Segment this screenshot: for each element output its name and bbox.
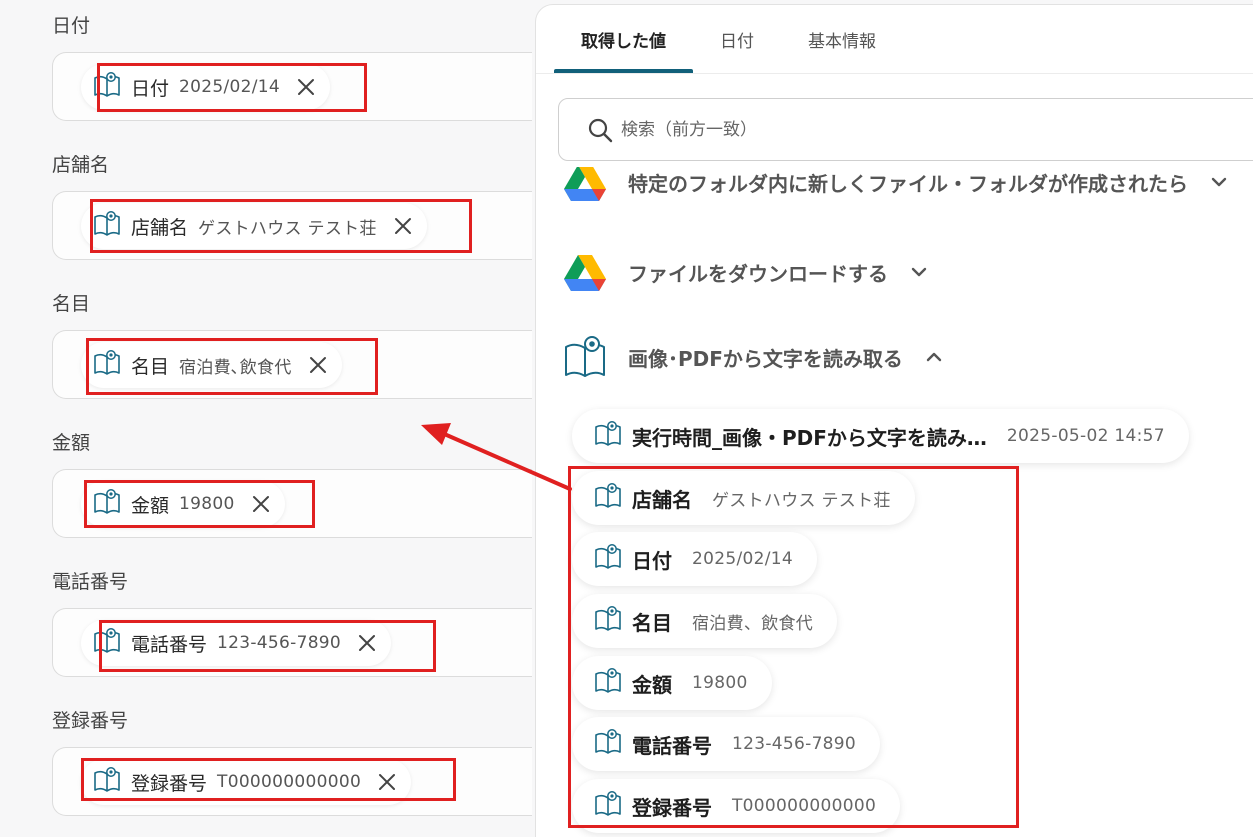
tab-basic-info[interactable]: 基本情報 (781, 5, 903, 73)
output-chip-amount[interactable]: 金額 19800 (572, 656, 772, 710)
field-label-registration: 登録番号 (52, 710, 129, 732)
output-value: 2025-05-02 14:57 (1006, 426, 1165, 446)
chip-value: 19800 (179, 494, 235, 514)
ocr-book-icon (93, 627, 121, 659)
ocr-book-icon (594, 605, 622, 637)
registration-field[interactable]: 登録番号 T000000000000 (52, 747, 532, 816)
output-values-panel: 取得した値 日付 基本情報 特定のフォルダ内に新しくファイル・フォルダが作成され… (535, 4, 1253, 837)
amount-field[interactable]: 金額 19800 (52, 469, 532, 538)
chip-name: 店舗名 (131, 216, 189, 239)
form-panel: 日付 日付 2025/02/14 店舗名 店舗名 ゲストハウス テスト荘 名目 … (0, 0, 532, 837)
tab-bar: 取得した値 日付 基本情報 (554, 5, 903, 73)
ocr-book-icon (93, 766, 121, 798)
google-drive-icon (564, 167, 606, 201)
chip-name: 名目 (131, 355, 170, 378)
close-icon[interactable] (251, 494, 271, 514)
ocr-book-icon (594, 728, 622, 760)
section-drive-download[interactable]: ファイルをダウンロードする (564, 253, 928, 291)
ocr-book-icon (594, 420, 622, 452)
close-icon[interactable] (296, 77, 316, 97)
output-chip-store[interactable]: 店舗名 ゲストハウス テスト荘 (572, 471, 915, 525)
tab-date[interactable]: 日付 (693, 5, 781, 73)
store-name-field[interactable]: 店舗名 ゲストハウス テスト荘 (52, 191, 532, 260)
chip-name: 日付 (131, 77, 170, 100)
purpose-chip[interactable]: 名目 宿泊費､飲食代 (81, 342, 342, 388)
chip-value: 2025/02/14 (179, 77, 280, 97)
chip-value: 宿泊費､飲食代 (179, 357, 292, 378)
section-title: 画像･PDFから文字を読み取る (628, 346, 903, 371)
phone-chip[interactable]: 電話番号 123-456-7890 (81, 620, 392, 666)
output-chip-registration[interactable]: 登録番号 T000000000000 (572, 779, 901, 833)
ocr-book-icon (93, 210, 121, 242)
output-chip-exec-time[interactable]: 実行時間_画像・PDFから文字を読み… 2025-05-02 14:57 (572, 409, 1189, 463)
field-label-purpose: 名目 (52, 293, 91, 315)
date-chip[interactable]: 日付 2025/02/14 (81, 64, 330, 110)
output-chip-date[interactable]: 日付 2025/02/14 (572, 532, 817, 586)
ocr-book-icon (594, 790, 622, 822)
output-value: 123-456-7890 (732, 734, 857, 754)
output-name: 金額 (632, 672, 672, 697)
chip-name: 登録番号 (131, 772, 208, 795)
ocr-book-icon (594, 543, 622, 575)
output-value: ゲストハウス テスト荘 (712, 490, 891, 511)
chip-name: 金額 (131, 494, 170, 517)
ocr-book-icon (594, 667, 622, 699)
search-icon (588, 118, 613, 142)
search-input[interactable] (621, 119, 1181, 140)
ocr-book-icon (93, 488, 121, 520)
divider (536, 73, 1253, 74)
chip-value: 123-456-7890 (217, 633, 342, 653)
output-name: 電話番号 (632, 733, 712, 758)
chevron-down-icon[interactable] (910, 263, 928, 281)
output-name: 店舗名 (632, 487, 692, 512)
close-icon[interactable] (357, 633, 377, 653)
field-label-date: 日付 (52, 15, 91, 37)
output-value: T000000000000 (732, 796, 877, 816)
search-box[interactable] (558, 98, 1253, 161)
google-drive-icon (564, 255, 606, 291)
store-name-chip[interactable]: 店舗名 ゲストハウス テスト荘 (81, 203, 427, 249)
ocr-book-icon (93, 349, 121, 381)
section-title: 特定のフォルダ内に新しくファイル・フォルダが作成されたら (628, 171, 1188, 196)
purpose-field[interactable]: 名目 宿泊費､飲食代 (52, 330, 532, 399)
output-list[interactable]: 特定のフォルダ内に新しくファイル・フォルダが作成されたら ファイルをダウンロード… (536, 167, 1253, 837)
ocr-book-icon (594, 482, 622, 514)
chevron-down-icon[interactable] (1210, 173, 1228, 191)
chip-value: ゲストハウス テスト荘 (198, 218, 377, 239)
chip-value: T000000000000 (217, 772, 362, 792)
output-chip-phone[interactable]: 電話番号 123-456-7890 (572, 717, 881, 771)
registration-chip[interactable]: 登録番号 T000000000000 (81, 759, 412, 805)
output-value: 2025/02/14 (692, 549, 793, 569)
section-title: ファイルをダウンロードする (628, 261, 888, 286)
output-value: 19800 (692, 673, 748, 693)
chip-name: 電話番号 (131, 633, 208, 656)
output-name: 名目 (632, 610, 672, 635)
output-name: 日付 (632, 548, 672, 573)
close-icon[interactable] (393, 216, 413, 236)
chevron-up-icon[interactable] (925, 348, 943, 366)
field-label-amount: 金額 (52, 432, 91, 454)
field-label-phone: 電話番号 (52, 571, 129, 593)
output-chip-purpose[interactable]: 名目 宿泊費、飲食代 (572, 594, 838, 648)
amount-chip[interactable]: 金額 19800 (81, 481, 285, 527)
ocr-book-icon (565, 336, 605, 377)
section-drive-trigger[interactable]: 特定のフォルダ内に新しくファイル・フォルダが作成されたら (564, 167, 1228, 201)
output-name: 登録番号 (632, 795, 712, 820)
phone-field[interactable]: 電話番号 123-456-7890 (52, 608, 532, 677)
tab-acquired-values[interactable]: 取得した値 (554, 5, 693, 73)
field-label-store: 店舗名 (52, 154, 110, 176)
date-field[interactable]: 日付 2025/02/14 (52, 52, 532, 121)
section-ocr[interactable]: 画像･PDFから文字を読み取る (564, 335, 943, 379)
close-icon[interactable] (308, 355, 328, 375)
ocr-book-icon (93, 71, 121, 103)
close-icon[interactable] (377, 772, 397, 792)
output-name: 実行時間_画像・PDFから文字を読み… (632, 425, 987, 450)
output-value: 宿泊費、飲食代 (692, 613, 814, 634)
